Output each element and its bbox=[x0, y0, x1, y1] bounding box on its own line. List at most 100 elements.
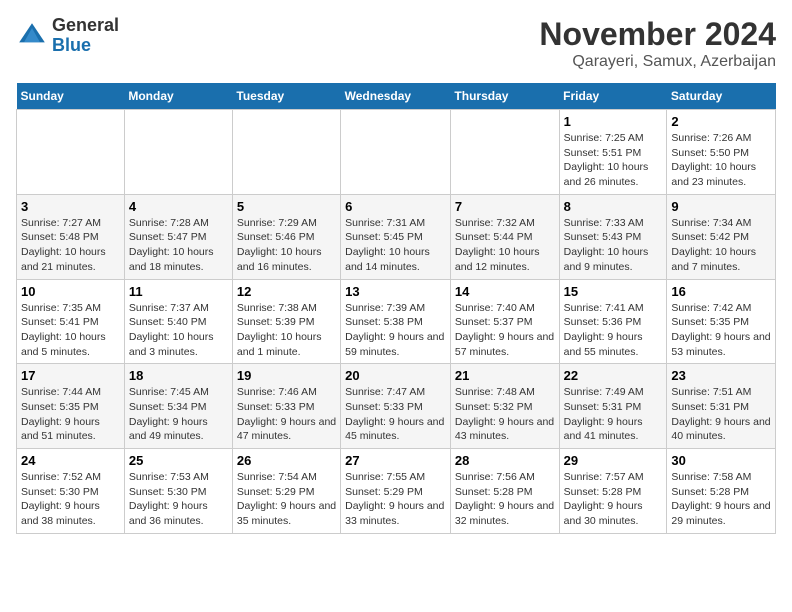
calendar-cell: 2 Sunrise: 7:26 AM Sunset: 5:50 PM Daylig… bbox=[667, 110, 776, 195]
day-info: Sunrise: 7:29 AM Sunset: 5:46 PM Dayligh… bbox=[237, 216, 336, 275]
logo-blue: Blue bbox=[52, 35, 91, 55]
logo-text: General Blue bbox=[52, 16, 119, 56]
day-number: 19 bbox=[237, 368, 336, 383]
calendar-cell: 11Sunrise: 7:37 AM Sunset: 5:40 PM Dayli… bbox=[124, 279, 232, 364]
day-number: 1 bbox=[564, 114, 663, 129]
day-info: Sunrise: 7:40 AM Sunset: 5:37 PM Dayligh… bbox=[455, 301, 555, 360]
calendar-cell: 10 Sunrise: 7:35 AM Sunset: 5:41 PM Dayli… bbox=[17, 279, 125, 364]
day-number: 12 bbox=[237, 284, 336, 299]
calendar-cell: 19 Sunrise: 7:46 AM Sunset: 5:33 PM Dayli… bbox=[232, 364, 340, 449]
calendar-cell: 8Sunrise: 7:33 AM Sunset: 5:43 PM Daylig… bbox=[559, 194, 667, 279]
day-info: Sunrise: 7:46 AM Sunset: 5:33 PM Dayligh… bbox=[237, 385, 336, 444]
weekday-header-monday: Monday bbox=[124, 83, 232, 110]
day-number: 18 bbox=[129, 368, 228, 383]
day-info: Sunrise: 7:57 AM Sunset: 5:28 PM Dayligh… bbox=[564, 470, 663, 529]
weekday-header-thursday: Thursday bbox=[450, 83, 559, 110]
day-number: 27 bbox=[345, 453, 446, 468]
weekday-header-row: SundayMondayTuesdayWednesdayThursdayFrid… bbox=[17, 83, 776, 110]
day-info: Sunrise: 7:56 AM Sunset: 5:28 PM Dayligh… bbox=[455, 470, 555, 529]
day-info: Sunrise: 7:35 AM Sunset: 5:41 PM Dayligh… bbox=[21, 301, 120, 360]
day-number: 30 bbox=[671, 453, 771, 468]
day-number: 10 bbox=[21, 284, 120, 299]
day-number: 8 bbox=[564, 199, 663, 214]
day-number: 25 bbox=[129, 453, 228, 468]
day-info: Sunrise: 7:42 AM Sunset: 5:35 PM Dayligh… bbox=[671, 301, 771, 360]
calendar-cell: 18 Sunrise: 7:45 AM Sunset: 5:34 PM Dayli… bbox=[124, 364, 232, 449]
weekday-header-tuesday: Tuesday bbox=[232, 83, 340, 110]
calendar-cell: 9 Sunrise: 7:34 AM Sunset: 5:42 PM Daylig… bbox=[667, 194, 776, 279]
calendar-cell: 21 Sunrise: 7:48 AM Sunset: 5:32 PM Dayli… bbox=[450, 364, 559, 449]
weekday-header-sunday: Sunday bbox=[17, 83, 125, 110]
calendar-cell bbox=[17, 110, 125, 195]
calendar-cell: 25 Sunrise: 7:53 AM Sunset: 5:30 PM Dayli… bbox=[124, 449, 232, 534]
day-info: Sunrise: 7:47 AM Sunset: 5:33 PM Dayligh… bbox=[345, 385, 446, 444]
day-number: 11 bbox=[129, 284, 228, 299]
day-number: 9 bbox=[671, 199, 771, 214]
calendar-cell: 4 Sunrise: 7:28 AM Sunset: 5:47 PM Daylig… bbox=[124, 194, 232, 279]
day-number: 22 bbox=[564, 368, 663, 383]
calendar-table: SundayMondayTuesdayWednesdayThursdayFrid… bbox=[16, 83, 776, 534]
calendar-cell bbox=[450, 110, 559, 195]
logo: General Blue bbox=[16, 16, 119, 56]
calendar-cell: 6 Sunrise: 7:31 AM Sunset: 5:45 PM Daylig… bbox=[341, 194, 451, 279]
day-info: Sunrise: 7:45 AM Sunset: 5:34 PM Dayligh… bbox=[129, 385, 228, 444]
day-number: 17 bbox=[21, 368, 120, 383]
page-header: General Blue November 2024 Qarayeri, Sam… bbox=[16, 16, 776, 71]
calendar-cell: 14 Sunrise: 7:40 AM Sunset: 5:37 PM Dayli… bbox=[450, 279, 559, 364]
day-info: Sunrise: 7:54 AM Sunset: 5:29 PM Dayligh… bbox=[237, 470, 336, 529]
calendar-cell bbox=[124, 110, 232, 195]
day-info: Sunrise: 7:55 AM Sunset: 5:29 PM Dayligh… bbox=[345, 470, 446, 529]
calendar-cell: 5 Sunrise: 7:29 AM Sunset: 5:46 PM Daylig… bbox=[232, 194, 340, 279]
day-info: Sunrise: 7:27 AM Sunset: 5:48 PM Dayligh… bbox=[21, 216, 120, 275]
day-info: Sunrise: 7:34 AM Sunset: 5:42 PM Dayligh… bbox=[671, 216, 771, 275]
calendar-cell: 15 Sunrise: 7:41 AM Sunset: 5:36 PM Dayli… bbox=[559, 279, 667, 364]
day-info: Sunrise: 7:38 AM Sunset: 5:39 PM Dayligh… bbox=[237, 301, 336, 360]
calendar-cell: 1 Sunrise: 7:25 AM Sunset: 5:51 PM Daylig… bbox=[559, 110, 667, 195]
calendar-cell bbox=[232, 110, 340, 195]
day-number: 14 bbox=[455, 284, 555, 299]
calendar-cell: 30Sunrise: 7:58 AM Sunset: 5:28 PM Dayli… bbox=[667, 449, 776, 534]
calendar-cell: 23Sunrise: 7:51 AM Sunset: 5:31 PM Dayli… bbox=[667, 364, 776, 449]
day-info: Sunrise: 7:32 AM Sunset: 5:44 PM Dayligh… bbox=[455, 216, 555, 275]
day-number: 2 bbox=[671, 114, 771, 129]
calendar-cell: 20 Sunrise: 7:47 AM Sunset: 5:33 PM Dayli… bbox=[341, 364, 451, 449]
day-number: 23 bbox=[671, 368, 771, 383]
day-info: Sunrise: 7:26 AM Sunset: 5:50 PM Dayligh… bbox=[671, 131, 771, 190]
day-number: 16 bbox=[671, 284, 771, 299]
calendar-cell bbox=[341, 110, 451, 195]
day-number: 26 bbox=[237, 453, 336, 468]
week-row-4: 17Sunrise: 7:44 AM Sunset: 5:35 PM Dayli… bbox=[17, 364, 776, 449]
calendar-cell: 27 Sunrise: 7:55 AM Sunset: 5:29 PM Dayli… bbox=[341, 449, 451, 534]
day-number: 20 bbox=[345, 368, 446, 383]
day-info: Sunrise: 7:41 AM Sunset: 5:36 PM Dayligh… bbox=[564, 301, 663, 360]
day-number: 7 bbox=[455, 199, 555, 214]
calendar-cell: 12 Sunrise: 7:38 AM Sunset: 5:39 PM Dayli… bbox=[232, 279, 340, 364]
day-info: Sunrise: 7:39 AM Sunset: 5:38 PM Dayligh… bbox=[345, 301, 446, 360]
day-number: 21 bbox=[455, 368, 555, 383]
weekday-header-friday: Friday bbox=[559, 83, 667, 110]
day-info: Sunrise: 7:25 AM Sunset: 5:51 PM Dayligh… bbox=[564, 131, 663, 190]
day-number: 24 bbox=[21, 453, 120, 468]
logo-icon bbox=[16, 20, 48, 52]
day-info: Sunrise: 7:31 AM Sunset: 5:45 PM Dayligh… bbox=[345, 216, 446, 275]
calendar-cell: 3 Sunrise: 7:27 AM Sunset: 5:48 PM Daylig… bbox=[17, 194, 125, 279]
calendar-cell: 28Sunrise: 7:56 AM Sunset: 5:28 PM Dayli… bbox=[450, 449, 559, 534]
day-info: Sunrise: 7:53 AM Sunset: 5:30 PM Dayligh… bbox=[129, 470, 228, 529]
day-number: 6 bbox=[345, 199, 446, 214]
day-number: 3 bbox=[21, 199, 120, 214]
day-info: Sunrise: 7:48 AM Sunset: 5:32 PM Dayligh… bbox=[455, 385, 555, 444]
week-row-2: 3 Sunrise: 7:27 AM Sunset: 5:48 PM Daylig… bbox=[17, 194, 776, 279]
calendar-cell: 16 Sunrise: 7:42 AM Sunset: 5:35 PM Dayli… bbox=[667, 279, 776, 364]
calendar-cell: 7 Sunrise: 7:32 AM Sunset: 5:44 PM Daylig… bbox=[450, 194, 559, 279]
day-number: 5 bbox=[237, 199, 336, 214]
week-row-1: 1 Sunrise: 7:25 AM Sunset: 5:51 PM Daylig… bbox=[17, 110, 776, 195]
location: Qarayeri, Samux, Azerbaijan bbox=[539, 53, 776, 71]
day-number: 15 bbox=[564, 284, 663, 299]
month-title: November 2024 bbox=[539, 16, 776, 53]
day-info: Sunrise: 7:28 AM Sunset: 5:47 PM Dayligh… bbox=[129, 216, 228, 275]
weekday-header-saturday: Saturday bbox=[667, 83, 776, 110]
week-row-5: 24Sunrise: 7:52 AM Sunset: 5:30 PM Dayli… bbox=[17, 449, 776, 534]
day-number: 4 bbox=[129, 199, 228, 214]
day-number: 13 bbox=[345, 284, 446, 299]
logo-general: General bbox=[52, 15, 119, 35]
